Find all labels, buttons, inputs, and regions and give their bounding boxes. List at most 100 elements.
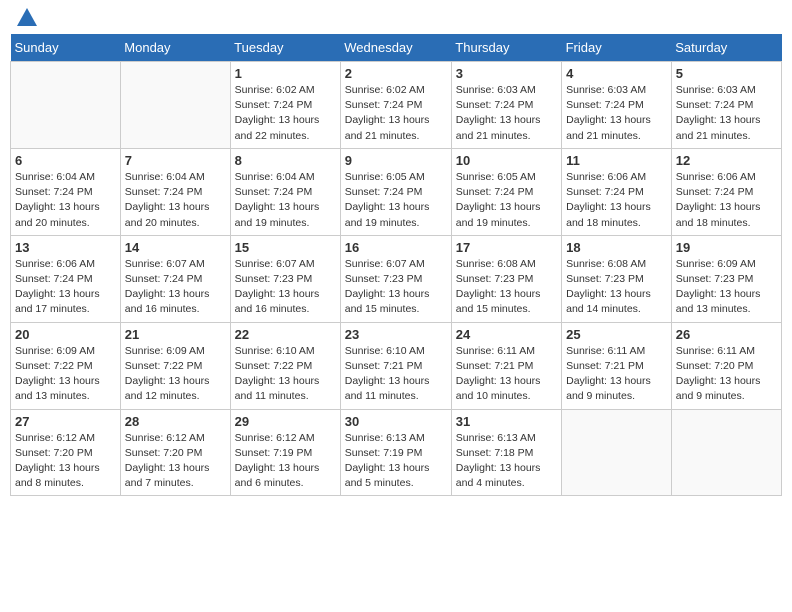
day-number: 6 — [15, 153, 116, 168]
week-row-5: 27 Sunrise: 6:12 AM Sunset: 7:20 PM Dayli… — [11, 409, 782, 496]
day-info: Sunrise: 6:06 AM Sunset: 7:24 PM Dayligh… — [676, 170, 777, 231]
day-header-sunday: Sunday — [11, 34, 121, 62]
day-number: 12 — [676, 153, 777, 168]
day-header-tuesday: Tuesday — [230, 34, 340, 62]
day-header-monday: Monday — [120, 34, 230, 62]
day-header-wednesday: Wednesday — [340, 34, 451, 62]
day-info: Sunrise: 6:06 AM Sunset: 7:24 PM Dayligh… — [15, 257, 116, 318]
day-number: 18 — [566, 240, 667, 255]
day-info: Sunrise: 6:07 AM Sunset: 7:23 PM Dayligh… — [345, 257, 447, 318]
day-info: Sunrise: 6:07 AM Sunset: 7:23 PM Dayligh… — [235, 257, 336, 318]
day-number: 22 — [235, 327, 336, 342]
calendar-cell: 8 Sunrise: 6:04 AM Sunset: 7:24 PM Daylig… — [230, 148, 340, 235]
calendar-cell: 13 Sunrise: 6:06 AM Sunset: 7:24 PM Dayli… — [11, 235, 121, 322]
day-number: 23 — [345, 327, 447, 342]
calendar-cell: 11 Sunrise: 6:06 AM Sunset: 7:24 PM Dayli… — [562, 148, 672, 235]
day-number: 30 — [345, 414, 447, 429]
day-number: 1 — [235, 66, 336, 81]
day-header-thursday: Thursday — [451, 34, 561, 62]
day-info: Sunrise: 6:05 AM Sunset: 7:24 PM Dayligh… — [456, 170, 557, 231]
day-header-friday: Friday — [562, 34, 672, 62]
day-number: 8 — [235, 153, 336, 168]
calendar-cell: 7Sunrise: 6:04 AM Sunset: 7:24 PM Daylig… — [120, 148, 230, 235]
week-row-1: 1 Sunrise: 6:02 AM Sunset: 7:24 PM Daylig… — [11, 62, 782, 149]
calendar-cell: 18 Sunrise: 6:08 AM Sunset: 7:23 PM Dayli… — [562, 235, 672, 322]
day-number: 29 — [235, 414, 336, 429]
calendar-cell: 10 Sunrise: 6:05 AM Sunset: 7:24 PM Dayli… — [451, 148, 561, 235]
day-info: Sunrise: 6:12 AM Sunset: 7:20 PM Dayligh… — [125, 431, 226, 492]
day-number: 7 — [125, 153, 226, 168]
day-info: Sunrise: 6:05 AM Sunset: 7:24 PM Dayligh… — [345, 170, 447, 231]
day-number: 11 — [566, 153, 667, 168]
calendar-cell — [671, 409, 781, 496]
day-info: Sunrise: 6:11 AM Sunset: 7:21 PM Dayligh… — [456, 344, 557, 405]
day-info: Sunrise: 6:04 AM Sunset: 7:24 PM Dayligh… — [235, 170, 336, 231]
calendar-cell: 29 Sunrise: 6:12 AM Sunset: 7:19 PM Dayli… — [230, 409, 340, 496]
calendar-cell: 4Sunrise: 6:03 AM Sunset: 7:24 PM Daylig… — [562, 62, 672, 149]
calendar-cell: 2 Sunrise: 6:02 AM Sunset: 7:24 PM Daylig… — [340, 62, 451, 149]
calendar-cell: 25 Sunrise: 6:11 AM Sunset: 7:21 PM Dayli… — [562, 322, 672, 409]
day-info: Sunrise: 6:02 AM Sunset: 7:24 PM Dayligh… — [345, 83, 447, 144]
day-info: Sunrise: 6:13 AM Sunset: 7:18 PM Dayligh… — [456, 431, 557, 492]
calendar-cell: 26Sunrise: 6:11 AM Sunset: 7:20 PM Dayli… — [671, 322, 781, 409]
logo — [14, 10, 39, 26]
day-info: Sunrise: 6:09 AM Sunset: 7:23 PM Dayligh… — [676, 257, 777, 318]
day-number: 19 — [676, 240, 777, 255]
day-number: 21 — [125, 327, 226, 342]
day-number: 5 — [676, 66, 777, 81]
calendar-cell: 17 Sunrise: 6:08 AM Sunset: 7:23 PM Dayli… — [451, 235, 561, 322]
calendar-cell: 20 Sunrise: 6:09 AM Sunset: 7:22 PM Dayli… — [11, 322, 121, 409]
day-info: Sunrise: 6:12 AM Sunset: 7:20 PM Dayligh… — [15, 431, 116, 492]
day-info: Sunrise: 6:06 AM Sunset: 7:24 PM Dayligh… — [566, 170, 667, 231]
day-number: 31 — [456, 414, 557, 429]
day-info: Sunrise: 6:11 AM Sunset: 7:20 PM Dayligh… — [676, 344, 777, 405]
calendar-cell: 1Sunrise: 6:02 AM Sunset: 7:24 PM Daylig… — [230, 62, 340, 149]
calendar-cell — [562, 409, 672, 496]
day-number: 16 — [345, 240, 447, 255]
calendar-cell: 12 Sunrise: 6:06 AM Sunset: 7:24 PM Dayli… — [671, 148, 781, 235]
days-header-row: SundayMondayTuesdayWednesdayThursdayFrid… — [11, 34, 782, 62]
calendar-cell: 21Sunrise: 6:09 AM Sunset: 7:22 PM Dayli… — [120, 322, 230, 409]
calendar-cell: 24 Sunrise: 6:11 AM Sunset: 7:21 PM Dayli… — [451, 322, 561, 409]
day-number: 28 — [125, 414, 226, 429]
week-row-4: 20 Sunrise: 6:09 AM Sunset: 7:22 PM Dayli… — [11, 322, 782, 409]
calendar-cell: 22 Sunrise: 6:10 AM Sunset: 7:22 PM Dayli… — [230, 322, 340, 409]
calendar-cell: 27 Sunrise: 6:12 AM Sunset: 7:20 PM Dayli… — [11, 409, 121, 496]
day-info: Sunrise: 6:10 AM Sunset: 7:22 PM Dayligh… — [235, 344, 336, 405]
day-number: 13 — [15, 240, 116, 255]
day-info: Sunrise: 6:09 AM Sunset: 7:22 PM Dayligh… — [15, 344, 116, 405]
calendar-cell — [120, 62, 230, 149]
calendar-cell: 19 Sunrise: 6:09 AM Sunset: 7:23 PM Dayli… — [671, 235, 781, 322]
calendar-cell: 16 Sunrise: 6:07 AM Sunset: 7:23 PM Dayli… — [340, 235, 451, 322]
day-number: 25 — [566, 327, 667, 342]
day-info: Sunrise: 6:12 AM Sunset: 7:19 PM Dayligh… — [235, 431, 336, 492]
calendar-cell: 30 Sunrise: 6:13 AM Sunset: 7:19 PM Dayli… — [340, 409, 451, 496]
day-number: 2 — [345, 66, 447, 81]
day-info: Sunrise: 6:08 AM Sunset: 7:23 PM Dayligh… — [566, 257, 667, 318]
calendar-cell: 15 Sunrise: 6:07 AM Sunset: 7:23 PM Dayli… — [230, 235, 340, 322]
day-number: 24 — [456, 327, 557, 342]
calendar-cell: 14Sunrise: 6:07 AM Sunset: 7:24 PM Dayli… — [120, 235, 230, 322]
calendar-cell: 23 Sunrise: 6:10 AM Sunset: 7:21 PM Dayli… — [340, 322, 451, 409]
day-info: Sunrise: 6:10 AM Sunset: 7:21 PM Dayligh… — [345, 344, 447, 405]
day-number: 15 — [235, 240, 336, 255]
day-number: 3 — [456, 66, 557, 81]
day-info: Sunrise: 6:08 AM Sunset: 7:23 PM Dayligh… — [456, 257, 557, 318]
calendar-cell: 5 Sunrise: 6:03 AM Sunset: 7:24 PM Daylig… — [671, 62, 781, 149]
calendar-cell: 28 Sunrise: 6:12 AM Sunset: 7:20 PM Dayli… — [120, 409, 230, 496]
day-info: Sunrise: 6:03 AM Sunset: 7:24 PM Dayligh… — [676, 83, 777, 144]
calendar-cell: 3Sunrise: 6:03 AM Sunset: 7:24 PM Daylig… — [451, 62, 561, 149]
calendar-table: SundayMondayTuesdayWednesdayThursdayFrid… — [10, 34, 782, 496]
day-number: 20 — [15, 327, 116, 342]
day-header-saturday: Saturday — [671, 34, 781, 62]
day-info: Sunrise: 6:13 AM Sunset: 7:19 PM Dayligh… — [345, 431, 447, 492]
logo-triangle-icon — [17, 8, 37, 26]
day-number: 27 — [15, 414, 116, 429]
page-header — [10, 10, 782, 26]
day-info: Sunrise: 6:11 AM Sunset: 7:21 PM Dayligh… — [566, 344, 667, 405]
day-number: 10 — [456, 153, 557, 168]
day-number: 17 — [456, 240, 557, 255]
week-row-2: 6 Sunrise: 6:04 AM Sunset: 7:24 PM Daylig… — [11, 148, 782, 235]
week-row-3: 13 Sunrise: 6:06 AM Sunset: 7:24 PM Dayli… — [11, 235, 782, 322]
day-info: Sunrise: 6:03 AM Sunset: 7:24 PM Dayligh… — [566, 83, 667, 144]
